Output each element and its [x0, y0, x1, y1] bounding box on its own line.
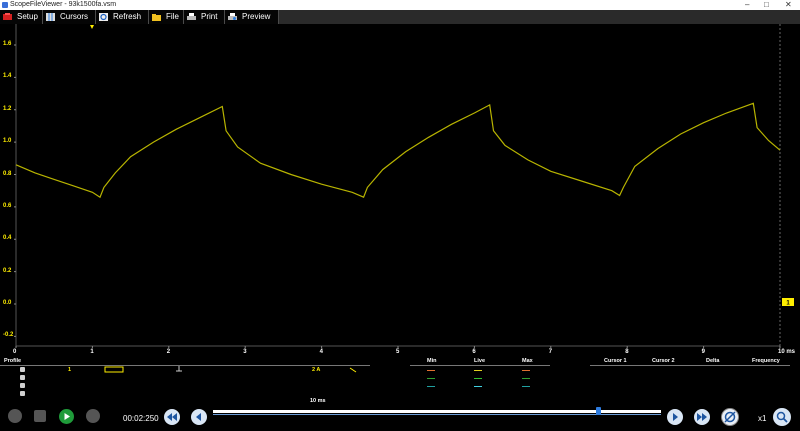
max-header: Max	[522, 358, 533, 364]
close-icon[interactable]: ✕	[785, 0, 792, 10]
file-button[interactable]: File	[149, 10, 184, 24]
maximize-icon[interactable]: □	[764, 0, 769, 10]
trigger-marker[interactable]	[90, 25, 94, 29]
channel-toggle-icon[interactable]	[20, 367, 25, 372]
x-tick-label: 3	[243, 349, 247, 355]
max-swatch-3	[522, 386, 530, 387]
x-tick-label: 6	[472, 349, 476, 355]
channel-3-toggle-icon[interactable]	[20, 383, 25, 388]
x-tick-label: 10 ms	[778, 349, 796, 355]
channel-2-toggle-icon[interactable]	[20, 375, 25, 380]
elapsed-time: 00:02:250	[123, 414, 159, 423]
measurement-table: Profile Min Live Max Cursor 1 Cursor 2 D…	[0, 357, 800, 407]
waveform-plot[interactable]: 1	[0, 24, 800, 356]
x-tick-label: 7	[548, 349, 553, 355]
channel-4-toggle-icon[interactable]	[20, 391, 25, 396]
y-tick-label: 0.0	[3, 300, 12, 306]
range-value: 2 A	[312, 367, 321, 373]
delta-header: Delta	[706, 358, 720, 364]
frequency-header: Frequency	[752, 358, 780, 364]
rewind-button[interactable]	[164, 409, 180, 425]
live-swatch-2	[474, 378, 482, 379]
y-tick-label: 0.2	[3, 267, 12, 274]
print-preview-icon	[228, 13, 237, 20]
folder-icon	[152, 14, 161, 21]
y-tick-label: 1.4	[3, 73, 12, 80]
y-tick-label: 0.8	[3, 170, 12, 177]
refresh-icon	[99, 13, 108, 21]
cursors-icon	[46, 13, 55, 21]
table-divider-left	[0, 365, 370, 366]
printer-icon	[187, 13, 196, 20]
minimize-icon[interactable]: –	[745, 0, 749, 10]
x-tick-label: 4	[319, 349, 323, 355]
toolbar: Setup Cursors Refresh File Print Preview	[0, 10, 800, 24]
y-tick-label: -0.2	[3, 332, 14, 339]
x-tick-label: 9	[701, 349, 705, 355]
stop-icon[interactable]	[34, 410, 46, 422]
preview-button[interactable]: Preview	[225, 10, 279, 24]
trigger-slope-icon[interactable]	[349, 367, 357, 373]
window-title-bar: ScopeFileViewer - 93k1500fa.vsm – □ ✕	[0, 0, 800, 10]
cursor1-header: Cursor 1	[604, 358, 627, 364]
y-tick-label: 0.6	[3, 202, 12, 209]
setup-button[interactable]: Setup	[0, 10, 43, 24]
min-header: Min	[427, 358, 437, 364]
step-forward-button[interactable]	[667, 409, 683, 425]
coupling-icon[interactable]	[175, 366, 183, 372]
zoom-level: x1	[758, 414, 767, 423]
play-icon	[64, 413, 70, 420]
playback-controls: 00:02:250 x1	[0, 404, 800, 430]
record-icon[interactable]	[8, 409, 22, 423]
loop-button[interactable]	[721, 408, 739, 426]
profile-header: Profile	[4, 358, 22, 364]
live-swatch	[474, 370, 482, 371]
loop-icon	[724, 411, 736, 423]
table-divider-right	[590, 365, 790, 366]
x-tick-label: 1	[90, 349, 94, 355]
cursors-button[interactable]: Cursors	[43, 10, 96, 24]
refresh-button[interactable]: Refresh	[96, 10, 149, 24]
y-tick-label: 1.2	[3, 105, 12, 112]
x-tick-label: 2	[166, 349, 171, 355]
table-divider-mid	[410, 365, 550, 366]
app-icon	[2, 2, 8, 8]
fast-forward-icon	[697, 413, 707, 421]
playback-slider-thumb[interactable]	[596, 407, 602, 415]
max-swatch	[522, 370, 530, 371]
max-swatch-2	[522, 378, 530, 379]
play-button[interactable]	[59, 409, 74, 424]
y-tick-label: 1.6	[3, 41, 12, 47]
step-back-button[interactable]	[191, 409, 207, 425]
zoom-button[interactable]	[773, 408, 791, 426]
rewind-icon	[167, 413, 177, 421]
channel-number: 1	[68, 367, 72, 373]
x-tick-label: 5	[396, 349, 400, 355]
step-forward-icon	[673, 413, 678, 421]
pause-icon[interactable]	[86, 409, 100, 423]
setup-icon	[3, 13, 12, 20]
playback-slider-underline	[213, 414, 661, 415]
min-swatch-2	[427, 378, 435, 379]
channel-1-trace	[15, 102, 781, 199]
window-title: ScopeFileViewer - 93k1500fa.vsm	[10, 1, 117, 8]
live-swatch-3	[474, 386, 482, 387]
fast-forward-button[interactable]	[694, 409, 710, 425]
cursor2-header: Cursor 2	[652, 358, 675, 364]
live-header: Live	[474, 358, 486, 364]
x-tick-label: 8	[625, 349, 629, 355]
playback-slider[interactable]	[213, 410, 661, 413]
x-tick-label: 0	[13, 349, 17, 355]
print-button[interactable]: Print	[184, 10, 225, 24]
y-tick-label: 1.0	[3, 138, 12, 145]
magnifier-icon	[776, 411, 788, 423]
scope-display[interactable]: 1 1.6 1.4 1.2 1.0 0.8 0.6 0.4 0.2 0.0 -0.2 012345…	[0, 24, 800, 356]
min-swatch	[427, 370, 435, 371]
step-back-icon	[196, 413, 201, 421]
probe-icon[interactable]	[104, 365, 124, 373]
min-swatch-3	[427, 386, 435, 387]
y-tick-label: 0.4	[3, 235, 12, 242]
